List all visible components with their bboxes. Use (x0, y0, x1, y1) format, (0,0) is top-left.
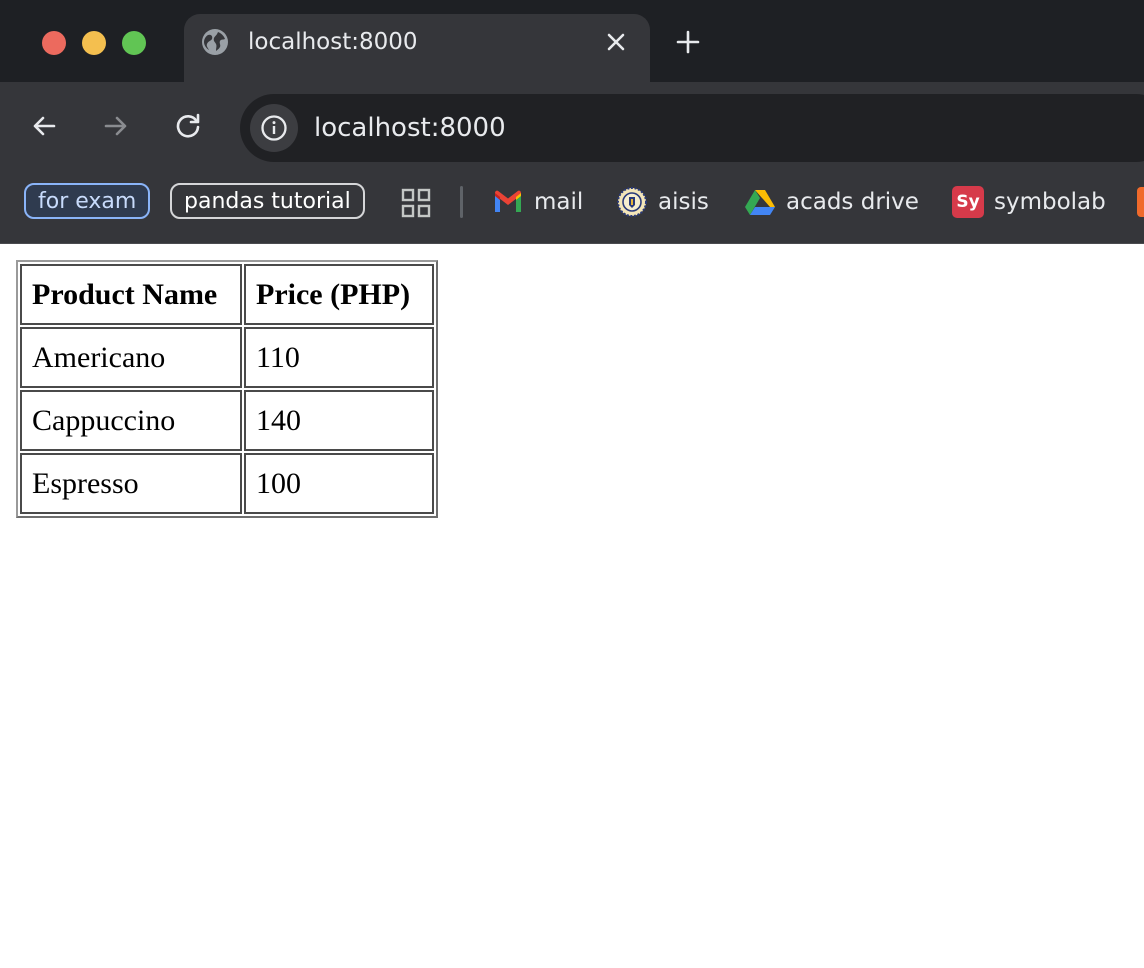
bookmark-symbolab[interactable]: Sy symbolab (952, 184, 1112, 220)
table-row: Espresso 100 (20, 453, 434, 514)
bookmark-overflow-icon[interactable] (1137, 187, 1144, 217)
close-window-button[interactable] (42, 31, 66, 55)
product-table: Product Name Price (PHP) Americano 110 C… (16, 260, 438, 518)
price-cell: 100 (244, 453, 434, 514)
aisis-seal-icon (616, 186, 648, 218)
price-cell: 110 (244, 327, 434, 388)
price-cell: 140 (244, 390, 434, 451)
url-text[interactable]: localhost:8000 (314, 111, 506, 145)
back-arrow-icon[interactable] (28, 110, 60, 142)
minimize-window-button[interactable] (82, 31, 106, 55)
bookmarks-bar: for exam pandas tutorial mail aisis acad… (0, 174, 1144, 244)
symbolab-badge: Sy (952, 186, 984, 218)
bookmarks-separator (460, 186, 463, 218)
product-name-cell: Espresso (20, 453, 242, 514)
bookmark-aisis-label: aisis (658, 189, 709, 215)
bookmark-mail[interactable]: mail (492, 184, 592, 220)
reload-icon[interactable] (172, 110, 204, 142)
bookmark-aisis[interactable]: aisis (616, 184, 716, 220)
table-row: Cappuccino 140 (20, 390, 434, 451)
bookmark-acads-drive[interactable]: acads drive (744, 184, 924, 220)
site-info-icon[interactable] (250, 104, 298, 152)
browser-toolbar: localhost:8000 (0, 82, 1144, 174)
google-drive-icon (744, 186, 776, 218)
address-bar[interactable]: localhost:8000 (240, 94, 1144, 162)
bookmark-mail-label: mail (534, 189, 584, 215)
table-row: Americano 110 (20, 327, 434, 388)
tab-localhost[interactable]: localhost:8000 (184, 14, 650, 82)
bookmark-folder-for-exam[interactable]: for exam (24, 183, 151, 219)
product-name-cell: Americano (20, 327, 242, 388)
column-header-price: Price (PHP) (244, 264, 434, 325)
new-tab-icon[interactable] (672, 26, 704, 58)
browser-window: localhost:8000 localhost:8000 for exam p… (0, 0, 1144, 968)
table-header-row: Product Name Price (PHP) (20, 264, 434, 325)
apps-grid-icon[interactable] (400, 187, 432, 219)
page-content: Product Name Price (PHP) Americano 110 C… (0, 244, 1144, 968)
bookmark-acads-drive-label: acads drive (786, 189, 919, 215)
symbolab-icon: Sy (952, 186, 984, 218)
product-name-cell: Cappuccino (20, 390, 242, 451)
close-tab-icon[interactable] (602, 28, 630, 56)
globe-icon (200, 27, 230, 57)
tab-strip: localhost:8000 (0, 0, 1144, 82)
bookmark-folder-pandas-tutorial[interactable]: pandas tutorial (170, 183, 365, 219)
gmail-icon (492, 186, 524, 218)
column-header-product-name: Product Name (20, 264, 242, 325)
forward-arrow-icon[interactable] (100, 110, 132, 142)
tab-title: localhost:8000 (248, 29, 418, 55)
bookmark-symbolab-label: symbolab (994, 189, 1106, 215)
zoom-window-button[interactable] (122, 31, 146, 55)
